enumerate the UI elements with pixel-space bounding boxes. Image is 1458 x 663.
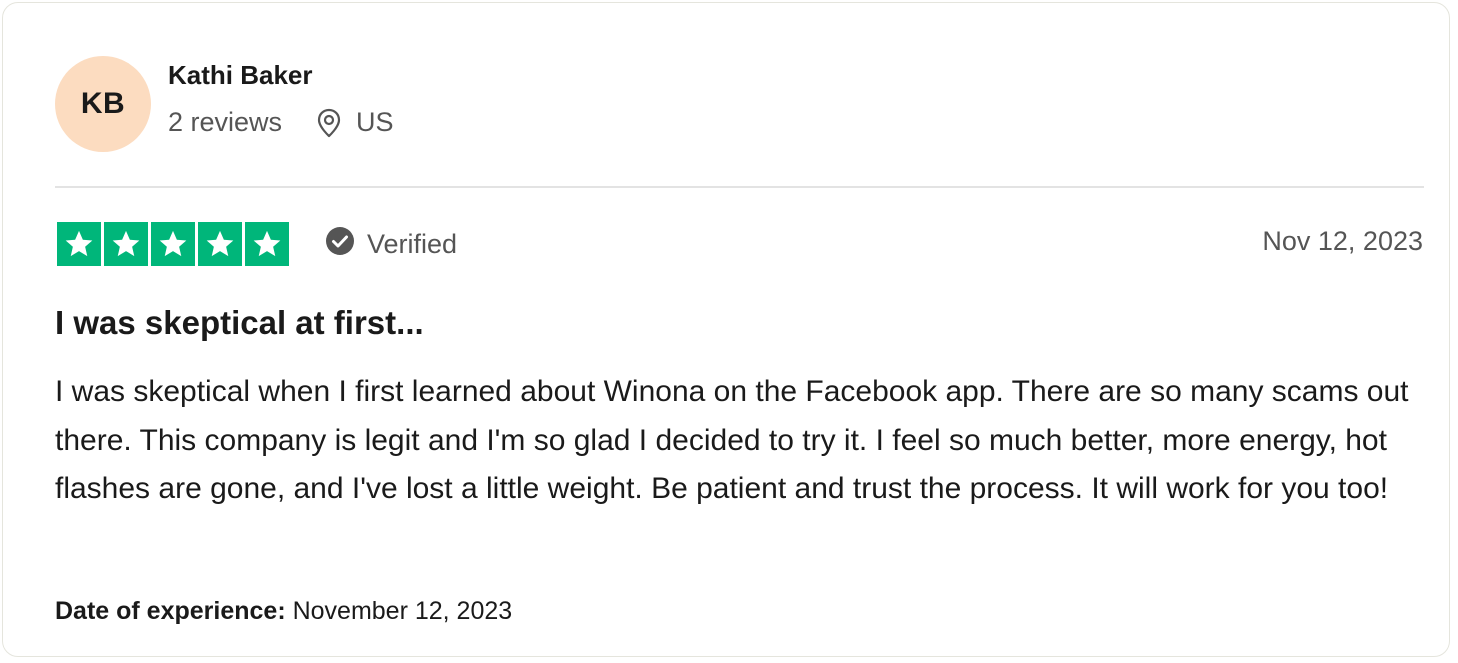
review-body: I was skeptical when I first learned abo… xyxy=(55,375,1409,505)
verified-check-icon xyxy=(325,226,367,263)
review-date: Nov 12, 2023 xyxy=(1262,226,1423,256)
verified-label: Verified xyxy=(367,229,458,259)
avatar[interactable]: KB xyxy=(55,56,151,152)
verified-badge[interactable]: Verified xyxy=(325,226,457,263)
star-rating xyxy=(57,222,289,266)
star-icon xyxy=(104,222,148,266)
location-text: US xyxy=(356,107,394,137)
star-icon xyxy=(151,222,195,266)
date-of-experience: Date of experience: November 12, 2023 xyxy=(55,597,512,626)
divider xyxy=(55,186,1424,188)
reviewer-meta: 2 reviews US xyxy=(168,107,394,138)
experience-label: Date of experience: xyxy=(55,597,286,625)
reviews-count: 2 reviews xyxy=(168,107,283,137)
experience-date: November 12, 2023 xyxy=(292,597,513,625)
star-icon xyxy=(245,222,289,266)
avatar-initials: KB xyxy=(80,87,126,120)
star-icon xyxy=(57,222,101,266)
star-icon xyxy=(198,222,242,266)
reviewer-name[interactable]: Kathi Baker xyxy=(168,60,313,91)
review-card: KB Kathi Baker 2 reviews US Verified Nov… xyxy=(2,2,1450,657)
review-title[interactable]: I was skeptical at first... xyxy=(55,304,424,342)
location-pin-icon xyxy=(316,108,342,138)
